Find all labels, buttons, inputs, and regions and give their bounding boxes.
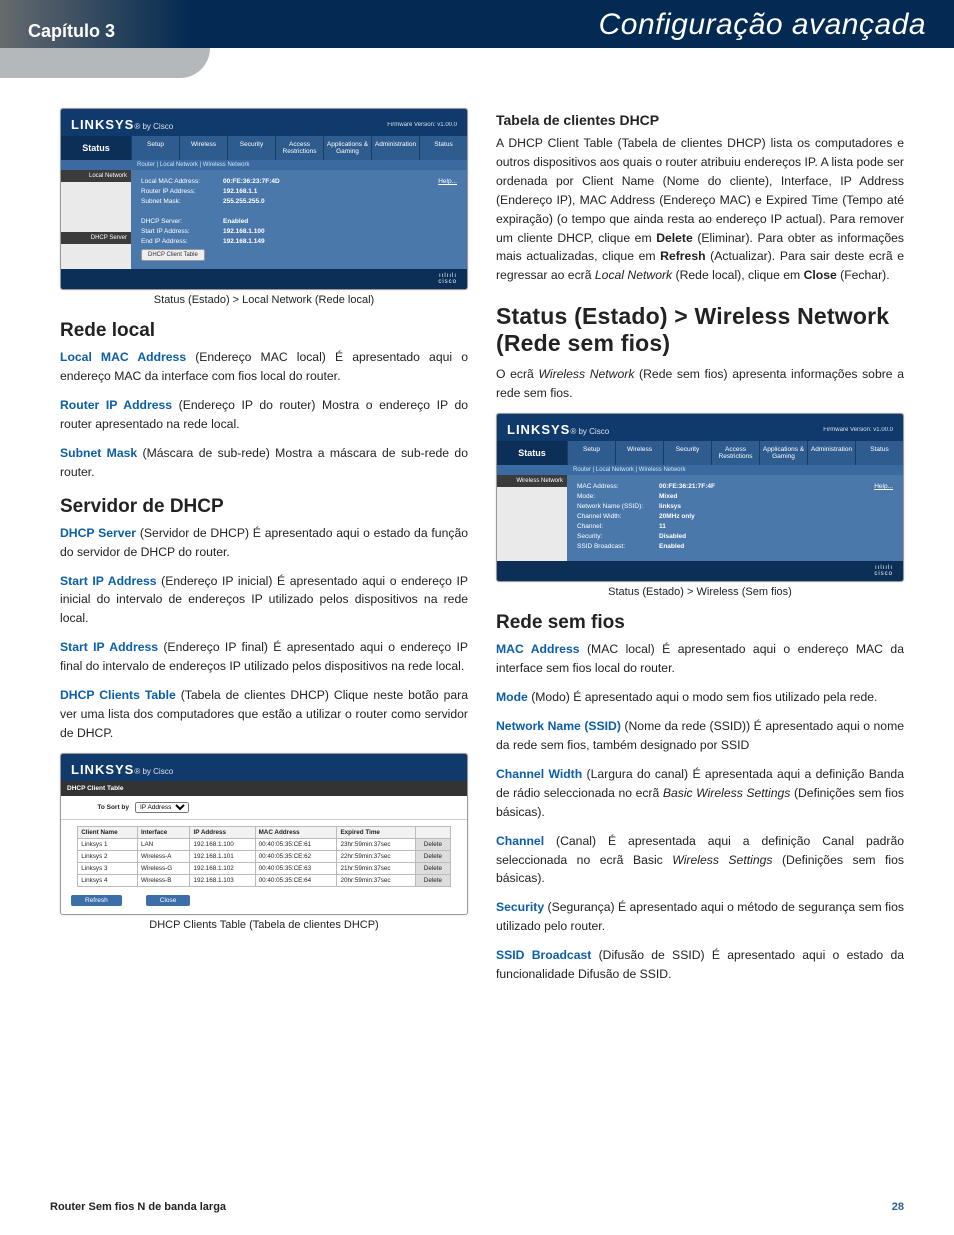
para-channel-width: Channel Width (Largura do canal) É apres… xyxy=(496,765,904,822)
left-column: LINKSYS® by Cisco Firmware Version: v1.0… xyxy=(60,108,468,994)
heading-servidor-dhcp: Servidor de DHCP xyxy=(60,496,468,518)
help-link[interactable]: Help... xyxy=(874,483,893,490)
refresh-button[interactable]: Refresh xyxy=(71,895,122,906)
firmware-label: Firmware Version: v1.00.0 xyxy=(823,427,893,433)
para-ssid-broadcast: SSID Broadcast (Difusão de SSID) É apres… xyxy=(496,946,904,984)
firmware-label: Firmware Version: v1.00.0 xyxy=(387,122,457,128)
tab-access[interactable]: Access Restrictions xyxy=(711,441,759,465)
tab-admin[interactable]: Administration xyxy=(807,441,855,465)
status-heading: Status xyxy=(497,441,567,465)
para-ssid: Network Name (SSID) (Nome da rede (SSID)… xyxy=(496,717,904,755)
header-corner xyxy=(0,48,210,78)
subtabs[interactable]: Router | Local Network | Wireless Networ… xyxy=(61,160,467,170)
close-button[interactable]: Close xyxy=(146,895,191,906)
heading-rede-sem-fios: Rede sem fios xyxy=(496,612,904,634)
tab-apps[interactable]: Applications & Gaming xyxy=(323,136,371,160)
caption-shot1: Status (Estado) > Local Network (Rede lo… xyxy=(60,294,468,306)
para-subnet: Subnet Mask (Máscara de sub-rede) Mostra… xyxy=(60,444,468,482)
para-mode: Mode (Modo) É apresentado aqui o modo se… xyxy=(496,688,904,707)
heading-tabela-clientes: Tabela de clientes DHCP xyxy=(496,112,904,128)
para-local-mac: Local MAC Address (Endereço MAC local) É… xyxy=(60,348,468,386)
heading-rede-local: Rede local xyxy=(60,320,468,342)
help-link[interactable]: Help... xyxy=(438,178,457,185)
brand-logo: LINKSYS® by Cisco xyxy=(71,762,173,777)
page-title: Configuração avançada xyxy=(599,8,926,42)
tab-access[interactable]: Access Restrictions xyxy=(275,136,323,160)
caption-shot2: DHCP Clients Table (Tabela de clientes D… xyxy=(60,919,468,931)
table-row: Linksys 3Wireless-G192.168.1.10200:40:05… xyxy=(78,862,451,874)
para-security: Security (Segurança) É apresentado aqui … xyxy=(496,898,904,936)
page-header: Capítulo 3 Configuração avançada xyxy=(0,0,954,48)
delete-button[interactable]: Delete xyxy=(416,850,451,862)
dhcp-client-table-button[interactable]: DHCP Client Table xyxy=(141,249,205,261)
para-end-ip: Start IP Address (Endereço IP final) É a… xyxy=(60,638,468,676)
para-dhcp-server: DHCP Server (Servidor de DHCP) É apresen… xyxy=(60,524,468,562)
sort-select[interactable]: IP Address xyxy=(135,802,189,813)
screenshot-wireless-network: LINKSYS® by Cisco Firmware Version: v1.0… xyxy=(496,413,904,582)
side-dhcp-server: DHCP Server xyxy=(61,232,131,244)
caption-shot3: Status (Estado) > Wireless (Sem fios) xyxy=(496,586,904,598)
sort-label: To Sort by xyxy=(69,804,129,811)
screenshot-local-network: LINKSYS® by Cisco Firmware Version: v1.0… xyxy=(60,108,468,290)
content-columns: LINKSYS® by Cisco Firmware Version: v1.0… xyxy=(0,78,954,1004)
para-channel: Channel (Canal) É apresentada aqui a def… xyxy=(496,832,904,889)
para-start-ip: Start IP Address (Endereço IP inicial) É… xyxy=(60,572,468,629)
side-local-network: Local Network xyxy=(61,170,131,182)
screenshot-dhcp-table: LINKSYS® by Cisco DHCP Client Table To S… xyxy=(60,753,468,915)
right-column: Tabela de clientes DHCP A DHCP Client Ta… xyxy=(496,108,904,994)
dhcp-table: Client Name Interface IP Address MAC Add… xyxy=(77,826,451,887)
subtabs[interactable]: Router | Local Network | Wireless Networ… xyxy=(497,465,903,475)
brand-logo: LINKSYS® by Cisco xyxy=(507,422,609,437)
dhcp-title: DHCP Client Table xyxy=(61,781,467,796)
tab-security[interactable]: Security xyxy=(227,136,275,160)
side-wireless-network: Wireless Network xyxy=(497,475,567,487)
chapter-label: Capítulo 3 xyxy=(28,21,115,42)
tab-admin[interactable]: Administration xyxy=(371,136,419,160)
para-dhcp-clients: DHCP Clients Table (Tabela de clientes D… xyxy=(60,686,468,743)
delete-button[interactable]: Delete xyxy=(416,862,451,874)
table-row: Linksys 4Wireless-B192.168.1.10300:40:05… xyxy=(78,874,451,886)
table-row: Linksys 2Wireless-A192.168.1.10100:40:05… xyxy=(78,850,451,862)
table-row: Linksys 1LAN192.168.1.10000:40:05:35:CE:… xyxy=(78,838,451,850)
tab-apps[interactable]: Applications & Gaming xyxy=(759,441,807,465)
brand-logo: LINKSYS® by Cisco xyxy=(71,117,173,132)
tab-wireless[interactable]: Wireless xyxy=(179,136,227,160)
footer-title: Router Sem fios N de banda larga xyxy=(50,1201,226,1213)
tab-status[interactable]: Status xyxy=(419,136,467,160)
para-router-ip: Router IP Address (Endereço IP do router… xyxy=(60,396,468,434)
delete-button[interactable]: Delete xyxy=(416,874,451,886)
para-mac: MAC Address (MAC local) É apresentado aq… xyxy=(496,640,904,678)
page-footer: Router Sem fios N de banda larga 28 xyxy=(50,1201,904,1213)
para-status-intro: O ecrã Wireless Network (Rede sem fios) … xyxy=(496,365,904,403)
tab-security[interactable]: Security xyxy=(663,441,711,465)
tab-wireless[interactable]: Wireless xyxy=(615,441,663,465)
heading-status-wireless: Status (Estado) > Wireless Network (Rede… xyxy=(496,303,904,357)
delete-button[interactable]: Delete xyxy=(416,838,451,850)
nav-tabs: Setup Wireless Security Access Restricti… xyxy=(131,136,467,160)
tab-status[interactable]: Status xyxy=(855,441,903,465)
cisco-logo: ıılıılıcisco xyxy=(497,561,903,581)
status-heading: Status xyxy=(61,136,131,160)
tab-setup[interactable]: Setup xyxy=(131,136,179,160)
page-number: 28 xyxy=(892,1201,904,1213)
tab-setup[interactable]: Setup xyxy=(567,441,615,465)
para-tabela-clientes: A DHCP Client Table (Tabela de clientes … xyxy=(496,134,904,285)
cisco-logo: ıılıılıcisco xyxy=(61,269,467,289)
